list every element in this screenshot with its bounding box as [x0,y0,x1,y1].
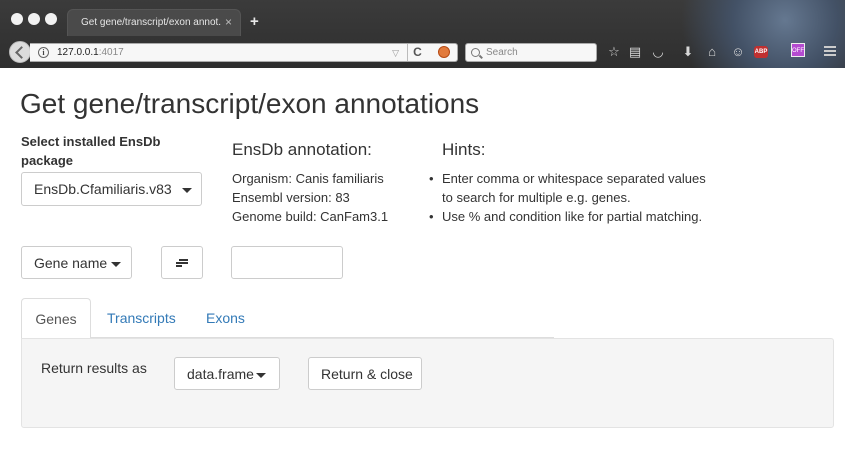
info-icon[interactable]: i [38,47,49,58]
annotation-info: Organism: Canis familiaris Ensembl versi… [232,169,388,226]
ensdb-package-select[interactable]: EnsDb.Cfamiliaris.v83 [21,172,202,206]
ensembl-version-text: Ensembl version: 83 [232,190,350,205]
caret-down-icon [255,372,266,378]
annotation-heading: EnsDb annotation: [232,140,372,159]
url-text: 127.0.0.1:4017 [57,47,124,58]
search-icon [471,48,480,57]
new-tab-button[interactable]: + [250,14,259,29]
tab-exons[interactable]: Exons [206,298,245,339]
reload-icon[interactable]: C [407,44,427,61]
genome-build-text: Genome build: CanFam3.1 [232,209,389,224]
tab-genes[interactable]: Genes [21,298,91,339]
minimize-window-button[interactable] [28,13,40,25]
zoom-window-button[interactable] [45,13,57,25]
filter-field-text: Gene name [34,255,108,271]
genes-tab-panel: Return results as data.frame Return & cl… [21,338,834,428]
return-format-text: data.frame [187,366,254,382]
url-bar[interactable]: i 127.0.0.1:4017 ▽ C [30,43,458,62]
result-tabs: Genes Transcripts Exons [21,298,554,339]
browser-tab-title: Get gene/transcript/exon annot... [81,17,221,28]
browser-chrome: Get gene/transcript/exon annot... × + i … [0,0,845,68]
off-badge-icon[interactable]: OFF [791,43,805,57]
adblock-icon[interactable]: ABP [754,46,768,58]
hints-list: Enter comma or whitespace separated valu… [429,169,719,226]
back-arrow-icon[interactable] [9,41,31,63]
reading-list-icon[interactable]: ▤ [627,43,643,61]
star-icon[interactable]: ☆ [606,43,622,61]
return-close-button[interactable]: Return & close [308,357,422,390]
hint-item: Use % and condition like for partial mat… [429,207,719,226]
organism-text: Organism: Canis familiaris [232,171,384,186]
return-results-label: Return results as [41,360,147,376]
search-engine-icon[interactable] [438,46,450,58]
menu-icon[interactable] [824,46,836,56]
tab-transcripts[interactable]: Transcripts [107,298,176,339]
filter-field-select[interactable]: Gene name [21,246,132,279]
browser-search-box[interactable]: Search [465,43,597,62]
smiley-icon[interactable]: ☺ [730,43,746,61]
download-icon[interactable]: ⬇ [680,43,696,61]
caret-down-icon [111,261,122,267]
condition-button[interactable] [161,246,203,279]
sort-icon [176,259,188,268]
close-window-button[interactable] [11,13,23,25]
hints-heading: Hints: [442,140,486,159]
caret-down-icon [181,187,192,193]
tab-close-icon[interactable]: × [225,15,232,29]
search-value-input[interactable] [231,246,343,279]
selected-package-text: EnsDb.Cfamiliaris.v83 [34,181,172,197]
search-placeholder: Search [486,47,518,58]
select-package-label: Select installed EnsDb package [21,134,161,168]
url-history-dropdown-icon[interactable]: ▽ [392,48,399,59]
page-title: Get gene/transcript/exon annotations [20,88,480,119]
home-icon[interactable]: ⌂ [704,43,720,61]
browser-tab-active[interactable]: Get gene/transcript/exon annot... × [67,9,241,36]
pocket-icon[interactable]: ◡ [650,43,666,61]
hint-item: Enter comma or whitespace separated valu… [429,169,719,207]
return-format-select[interactable]: data.frame [174,357,280,390]
